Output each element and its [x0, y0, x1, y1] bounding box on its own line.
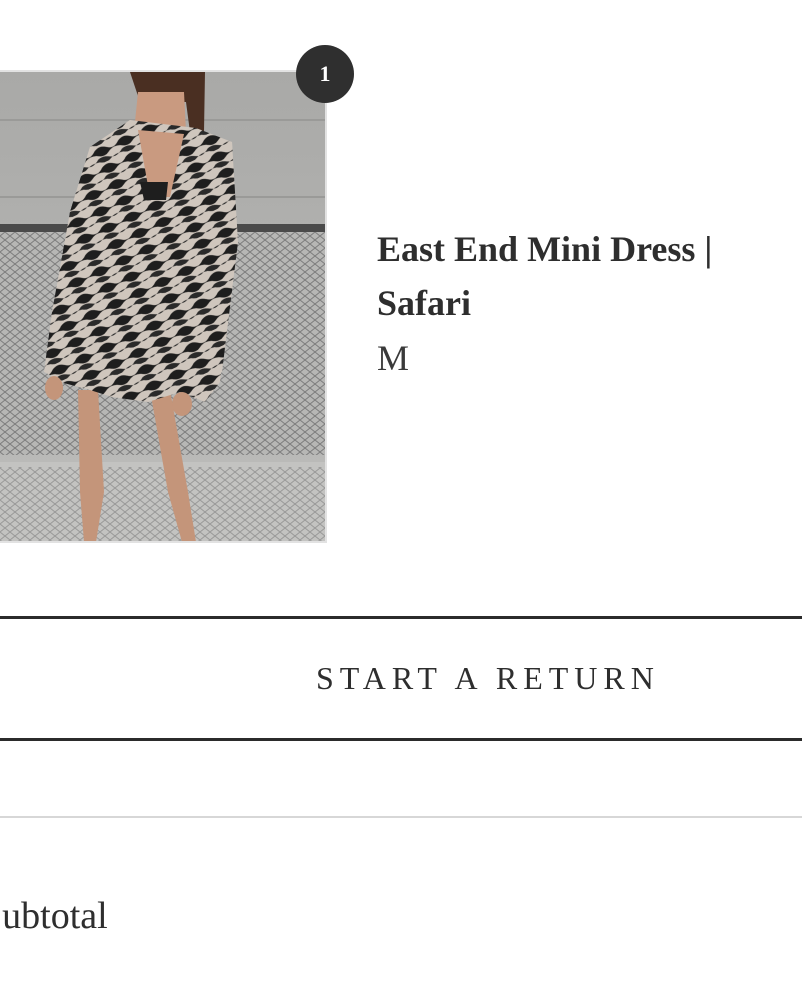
product-variant-size: M — [377, 338, 410, 378]
product-thumbnail[interactable] — [0, 70, 327, 543]
start-return-label: START A RETURN — [316, 660, 660, 696]
dress-photo — [0, 72, 325, 541]
product-details: East End Mini Dress | Safari M — [377, 222, 797, 384]
section-divider — [0, 816, 802, 818]
product-name[interactable]: East End Mini Dress | Safari — [377, 222, 797, 330]
start-return-button[interactable]: START A RETURN — [0, 616, 802, 741]
subtotal-label: Subtotal — [0, 895, 108, 937]
quantity-badge: 1 — [296, 45, 354, 103]
